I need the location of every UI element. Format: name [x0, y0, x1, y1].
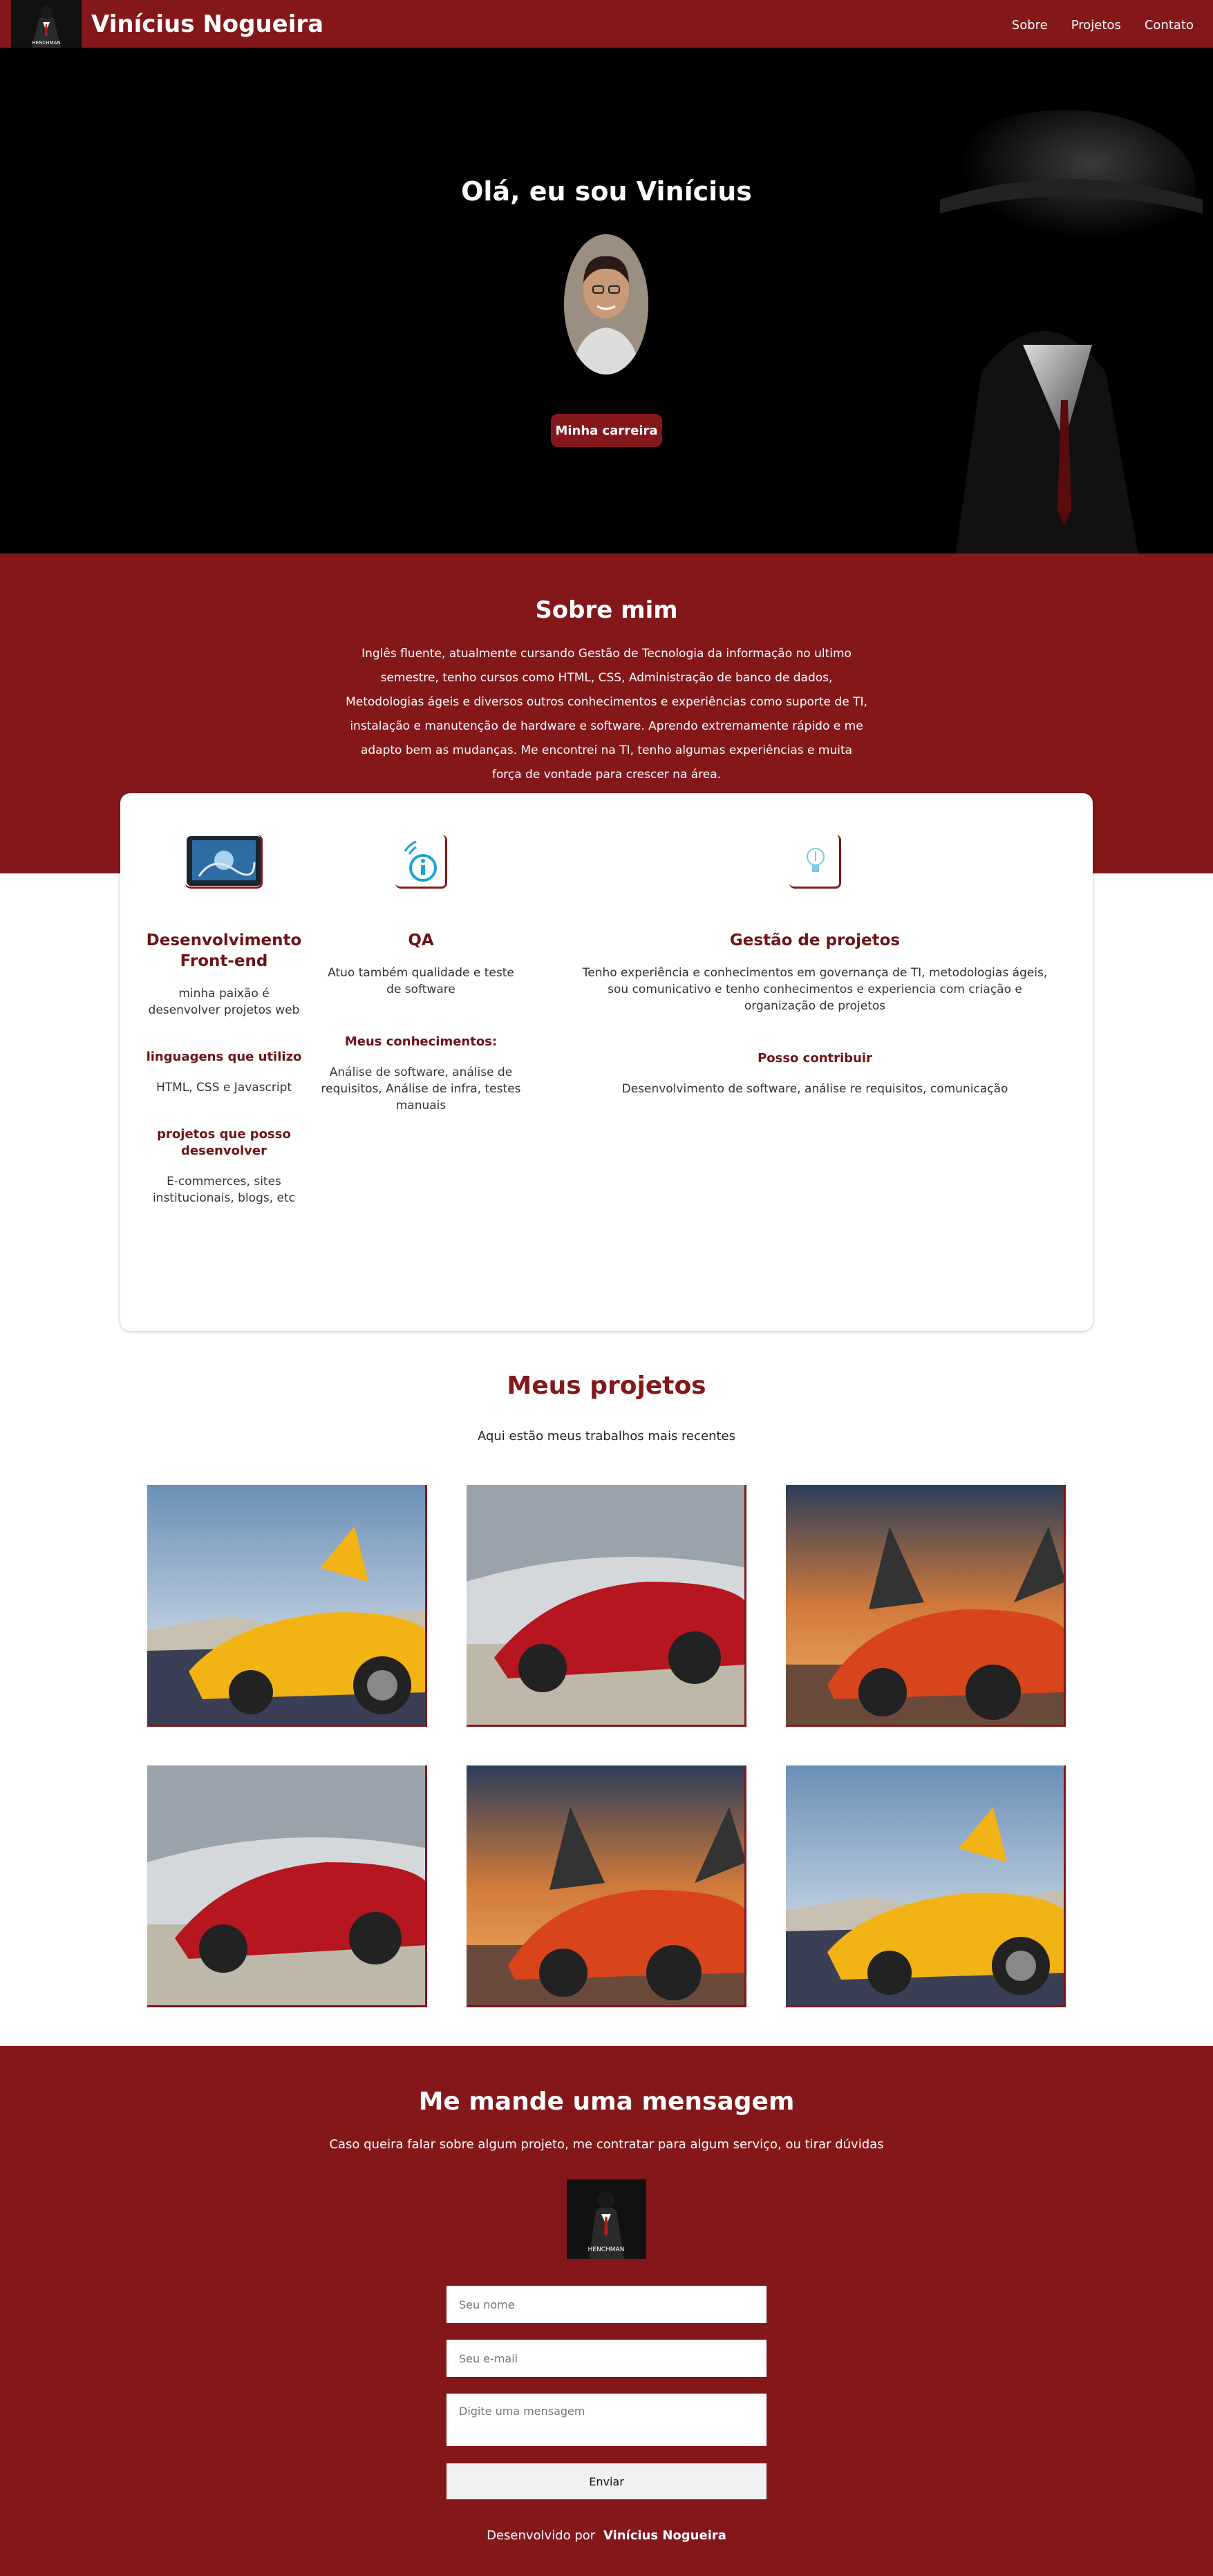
name-input[interactable] — [446, 2286, 767, 2323]
contact-subtitle: Caso queira falar sobre algum projeto, m… — [329, 2137, 884, 2152]
hero-background-figure — [933, 110, 1203, 553]
footer-author: Vinícius Nogueira — [603, 2528, 726, 2543]
project-card-2[interactable] — [467, 1485, 746, 1727]
lightbulb-icon — [789, 835, 841, 889]
footer-prefix: Desenvolvido por — [487, 2528, 596, 2543]
skill-frontend: Desenvolvimento Front-end minha paixão é… — [141, 835, 307, 1206]
footer-credit: Desenvolvido por Vinícius Nogueira — [0, 2528, 1213, 2543]
email-input[interactable] — [446, 2340, 767, 2377]
message-textarea[interactable] — [446, 2394, 767, 2446]
nav-link-projetos[interactable]: Projetos — [1071, 18, 1121, 32]
info-wifi-icon — [395, 835, 447, 889]
projects-title: Meus projetos — [507, 1372, 706, 1400]
career-button[interactable]: Minha carreira — [551, 414, 662, 447]
svg-text:HENCHMAN: HENCHMAN — [588, 2246, 625, 2253]
skill-gestao-sub1: Posso contribuir — [758, 1051, 872, 1066]
skill-frontend-text: minha paixão é desenvolver projetos web — [148, 987, 300, 1017]
skill-qa-text: Atuo também qualidade e teste de softwar… — [328, 966, 514, 996]
contact-section: Me mande uma mensagem Caso queira falar … — [0, 2046, 1213, 2576]
skill-frontend-sub1: linguagens que utilizo — [146, 1050, 302, 1064]
site-brand[interactable]: Vinícius Nogueira — [91, 10, 323, 38]
about-title: Sobre mim — [535, 596, 678, 624]
skill-frontend-sub2: projetos que posso desenvolver — [157, 1127, 291, 1158]
projects-subtitle: Aqui estão meus trabalhos mais recentes — [477, 1429, 736, 1443]
tablet-icon — [185, 835, 263, 889]
skill-qa-sub1: Meus conhecimentos: — [344, 1034, 498, 1049]
contact-title: Me mande uma mensagem — [418, 2087, 795, 2116]
profile-photo — [564, 234, 648, 375]
svg-text:HENCHMAN: HENCHMAN — [32, 40, 60, 46]
skill-qa-sub1-text: Análise de software, análise de requisit… — [321, 1066, 521, 1112]
skill-gestao-sub1-text: Desenvolvimento de software, análise re … — [621, 1082, 1008, 1096]
skill-gestao: Gestão de projetos Tenho experiência e c… — [576, 835, 1053, 1097]
skills-card: Desenvolvimento Front-end minha paixão é… — [120, 793, 1093, 1331]
nav-link-sobre[interactable]: Sobre — [1012, 18, 1048, 32]
project-card-1[interactable] — [147, 1485, 427, 1727]
send-button[interactable]: Enviar — [446, 2463, 767, 2499]
hero-section: Olá, eu sou Vinícius Minha carreira — [0, 48, 1213, 553]
about-text: Inglês fluente, atualmente cursando Gest… — [346, 647, 867, 782]
henchman-logo-contact: HENCHMAN — [567, 2179, 646, 2259]
hero-title: Olá, eu sou Vinícius — [461, 176, 752, 207]
skill-qa: QA Atuo também qualidade e teste de soft… — [321, 835, 521, 1114]
skill-frontend-sub2-text: E-commerces, sites institucionais, blogs… — [152, 1175, 296, 1205]
skill-frontend-title: Desenvolvimento Front-end — [146, 931, 302, 970]
project-card-4[interactable] — [147, 1765, 427, 2007]
nav-link-contato[interactable]: Contato — [1145, 18, 1194, 32]
henchman-logo[interactable]: HENCHMAN — [11, 0, 82, 48]
navbar: HENCHMAN Vinícius Nogueira Sobre Projeto… — [0, 0, 1213, 48]
project-card-5[interactable] — [467, 1765, 746, 2007]
skill-frontend-sub1-text: HTML, CSS e Javascript — [156, 1081, 292, 1095]
skill-gestao-text: Tenho experiência e conhecimentos em gov… — [582, 966, 1048, 1013]
project-card-6[interactable] — [786, 1765, 1066, 2007]
skill-qa-title: QA — [408, 931, 434, 949]
nav-links: Sobre Projetos Contato — [1012, 18, 1194, 32]
project-card-3[interactable] — [786, 1485, 1066, 1727]
skill-gestao-title: Gestão de projetos — [729, 931, 901, 949]
